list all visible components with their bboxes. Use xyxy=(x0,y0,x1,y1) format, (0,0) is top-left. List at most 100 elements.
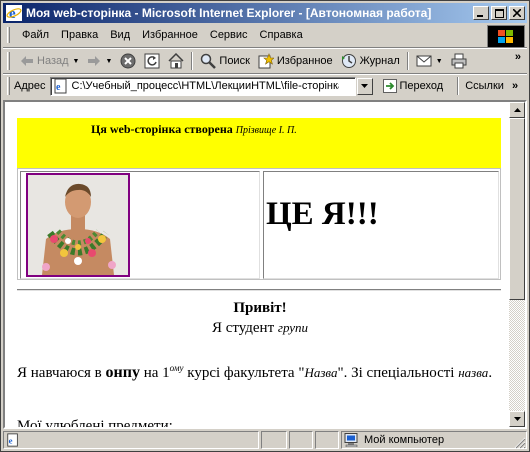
menu-help[interactable]: Справка xyxy=(254,27,309,43)
faculty-name: Назва xyxy=(304,365,338,380)
go-arrow-icon xyxy=(382,79,397,93)
toolbar-grip[interactable] xyxy=(7,77,10,95)
menu-favorites[interactable]: Избранное xyxy=(136,27,204,43)
para-text-3: курсі факультета " xyxy=(187,365,305,381)
student-prefix: Я студент xyxy=(211,320,275,336)
svg-text:e: e xyxy=(9,436,13,446)
banner-title: Ця web-сторінка створена xyxy=(91,122,233,136)
mail-dropdown-icon[interactable]: ▼ xyxy=(436,58,443,65)
back-arrow-icon xyxy=(21,56,33,66)
stop-icon xyxy=(120,53,136,69)
refresh-button[interactable] xyxy=(140,50,164,72)
home-button[interactable] xyxy=(164,50,188,72)
windows-logo xyxy=(487,25,525,49)
address-dropdown-button[interactable] xyxy=(356,77,373,95)
menu-tools[interactable]: Сервис xyxy=(204,27,254,43)
status-pane xyxy=(315,431,339,449)
address-bar: Адрес e Переход Ссылки » xyxy=(3,75,527,97)
svg-text:e: e xyxy=(56,82,61,93)
svg-text:e: e xyxy=(9,6,16,21)
para-text-2: на 1 xyxy=(143,365,170,381)
student-group: групи xyxy=(277,320,309,335)
back-label: Назад xyxy=(37,55,69,67)
status-bar: e Мой компьютер xyxy=(3,430,527,450)
maximize-button[interactable] xyxy=(491,6,507,20)
banner-author: Прізвище І. П. xyxy=(235,125,297,136)
close-button[interactable] xyxy=(509,6,525,20)
stop-button[interactable] xyxy=(116,50,140,72)
main-heading: ЦЕ Я!!! xyxy=(266,196,379,232)
scroll-track[interactable] xyxy=(509,300,525,411)
web-page: Ця web-сторінка створена Прізвище І. П. xyxy=(5,102,509,427)
my-computer-icon xyxy=(344,433,358,447)
para-text-4: ". Зі спеціальності xyxy=(337,365,455,381)
toolbar-grip[interactable] xyxy=(7,52,10,70)
greeting-text: Привіт! xyxy=(233,300,287,316)
favorites-star-icon xyxy=(258,53,274,69)
scroll-up-button[interactable] xyxy=(509,102,525,118)
zone-label: Мой компьютер xyxy=(364,434,445,446)
mail-button[interactable]: ▼ xyxy=(412,50,447,72)
address-field[interactable]: e xyxy=(49,76,356,96)
history-icon xyxy=(341,54,356,68)
browser-window: e Моя web-сторінка - Microsoft Internet … xyxy=(0,0,530,452)
history-label: Журнал xyxy=(359,55,400,67)
menu-view[interactable]: Вид xyxy=(104,27,136,43)
search-label: Поиск xyxy=(219,55,250,67)
university-name: онпу xyxy=(105,364,140,381)
address-input[interactable] xyxy=(68,80,339,92)
favorites-label: Избранное xyxy=(276,55,333,67)
search-button[interactable]: Поиск xyxy=(196,50,253,72)
horizontal-rule xyxy=(17,289,501,291)
back-dropdown-icon[interactable]: ▼ xyxy=(73,58,80,65)
ie-logo-icon: e xyxy=(6,5,22,21)
heading-cell: ЦЕ Я!!! xyxy=(263,171,499,279)
close-icon xyxy=(513,9,521,17)
print-button[interactable] xyxy=(447,50,471,72)
security-zone-pane: Мой компьютер xyxy=(341,431,527,449)
toolbar-separator xyxy=(406,52,409,70)
status-pane xyxy=(261,431,287,449)
toolbar-separator xyxy=(191,52,194,70)
windows-flag-icon xyxy=(498,30,513,43)
maximize-icon xyxy=(494,8,504,18)
para-text-1: Я навчаюся в xyxy=(17,365,102,381)
history-button[interactable]: Журнал xyxy=(337,50,404,72)
student-portrait-image xyxy=(28,175,128,275)
vertical-scrollbar[interactable] xyxy=(509,102,525,427)
back-button[interactable]: Назад ▼ xyxy=(16,50,83,72)
scroll-thumb[interactable] xyxy=(509,118,525,300)
links-more-chevron[interactable]: » xyxy=(512,80,518,92)
student-photo xyxy=(26,173,130,277)
forward-button[interactable]: ▼ xyxy=(83,50,116,72)
page-icon: e xyxy=(54,78,66,94)
toolbar-more-chevron[interactable]: » xyxy=(515,51,521,63)
forward-dropdown-icon[interactable]: ▼ xyxy=(105,58,112,65)
minimize-button[interactable] xyxy=(473,6,489,20)
chevron-up-icon xyxy=(513,108,521,112)
mail-icon xyxy=(416,55,432,67)
photo-cell xyxy=(20,171,260,279)
menu-edit[interactable]: Правка xyxy=(55,27,104,43)
menu-file[interactable]: Файл xyxy=(16,27,55,43)
toolbar-grip[interactable] xyxy=(7,27,10,43)
status-pane xyxy=(289,431,313,449)
para-end: . xyxy=(488,365,493,381)
links-separator xyxy=(457,77,460,95)
favorites-button[interactable]: Избранное xyxy=(254,50,337,72)
scroll-down-button[interactable] xyxy=(509,411,525,427)
go-button[interactable]: Переход xyxy=(382,79,444,93)
header-banner: Ця web-сторінка створена Прізвище І. П. xyxy=(17,118,501,168)
specialty-name: назва xyxy=(458,365,489,380)
home-icon xyxy=(168,53,184,69)
resize-grip-icon[interactable] xyxy=(514,437,526,449)
title-bar[interactable]: e Моя web-сторінка - Microsoft Internet … xyxy=(3,3,527,23)
refresh-icon xyxy=(144,53,160,69)
page-viewport[interactable]: Ця web-сторінка створена Прізвище І. П. xyxy=(3,100,527,429)
forward-arrow-icon xyxy=(88,56,101,66)
links-button[interactable]: Ссылки xyxy=(465,80,504,92)
go-label: Переход xyxy=(399,80,444,92)
chevron-down-icon xyxy=(361,84,368,88)
page-status-icon: e xyxy=(7,433,18,447)
favorites-heading: Мої улюблені предмети: xyxy=(17,418,173,427)
